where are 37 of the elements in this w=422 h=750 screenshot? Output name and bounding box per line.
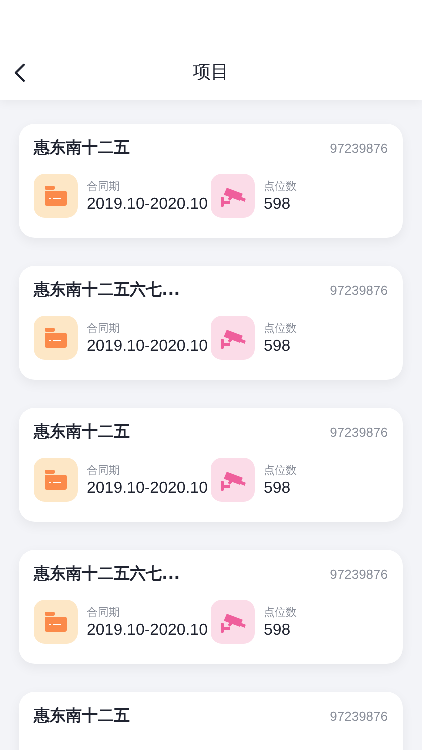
contract-value: 2019.10-2020.10 — [87, 196, 208, 214]
points-label: 点位数 — [264, 320, 297, 336]
contract-value: 2019.10-2020.10 — [87, 622, 208, 640]
back-icon[interactable] — [14, 63, 26, 83]
project-code: 97239876 — [330, 283, 388, 298]
points-value: 598 — [264, 338, 292, 356]
folder-icon — [44, 611, 68, 633]
contract-label: 合同期 — [87, 462, 121, 478]
points-label: 点位数 — [264, 462, 297, 478]
project-name: 惠东南十二五六七... — [34, 564, 180, 585]
points-label: 点位数 — [264, 604, 297, 620]
project-code: 97239876 — [330, 709, 388, 724]
project-card[interactable]: 惠东南十二五六七... 97239876 合同期 2019.10-2020.10 点位数 598 — [19, 550, 403, 664]
page-title: 项目 — [193, 61, 229, 84]
project-card[interactable]: 惠东南十二五六七... 97239876 合同期 2019.10-2020.10 点位数 598 — [19, 266, 403, 380]
contract-label: 合同期 — [87, 320, 121, 336]
project-code: 97239876 — [330, 567, 388, 582]
project-name: 惠东南十二五 — [34, 138, 130, 159]
contract-value: 2019.10-2020.10 — [87, 338, 208, 356]
project-card[interactable]: 惠东南十二五 97239876 合同期 2019.10-2020.10 点位数 598 — [19, 408, 403, 522]
points-value: 598 — [264, 480, 292, 498]
folder-icon — [44, 185, 68, 207]
project-name: 惠东南十二五六七... — [34, 280, 180, 301]
folder-icon — [44, 327, 68, 349]
folder-icon — [44, 469, 68, 491]
project-card[interactable]: 惠东南十二五 97239876 合同期 2019.10-2020.10 点位数 598 — [19, 124, 403, 238]
contract-value: 2019.10-2020.10 — [87, 480, 208, 498]
project-code: 97239876 — [330, 425, 388, 440]
project-card[interactable]: 惠东南十二五 97239876 — [19, 692, 403, 750]
contract-label: 合同期 — [87, 604, 121, 620]
project-name: 惠东南十二五 — [34, 706, 130, 727]
project-name: 惠东南十二五 — [34, 422, 130, 443]
points-label: 点位数 — [264, 178, 297, 194]
project-code: 97239876 — [330, 141, 388, 156]
points-value: 598 — [264, 622, 292, 640]
points-value: 598 — [264, 196, 292, 214]
contract-label: 合同期 — [87, 178, 121, 194]
